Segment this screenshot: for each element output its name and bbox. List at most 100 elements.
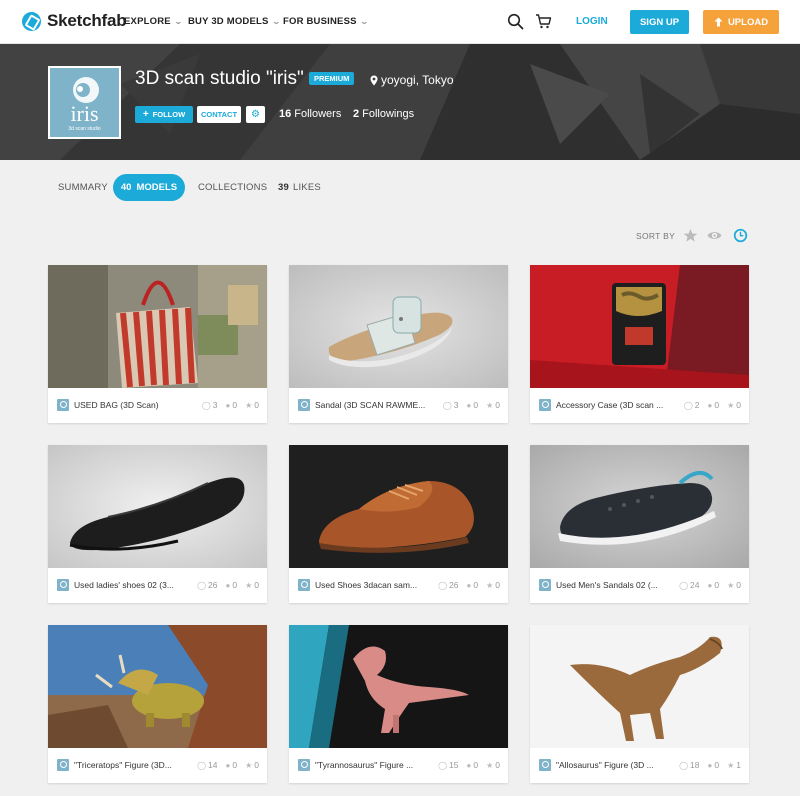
comment-icon: ● (707, 580, 713, 590)
comments-count: 0 (714, 580, 720, 590)
profile-name: 3D scan studio "iris" (135, 68, 304, 89)
cart-icon[interactable] (535, 13, 552, 30)
sort-by-label: SORT BY (636, 231, 676, 241)
comments-count: 0 (232, 400, 238, 410)
author-avatar-icon[interactable] (539, 399, 551, 411)
likes-count: 39 (278, 182, 289, 193)
eye-icon: ◯ (683, 400, 693, 410)
tab-likes[interactable]: 39 LIKES (278, 182, 321, 193)
model-card[interactable]: Sandal (3D SCAN RAWME... ◯ 3 ● 0 ★ 0 (289, 265, 508, 423)
tab-summary[interactable]: SUMMARY (58, 182, 108, 193)
author-avatar-icon[interactable] (539, 579, 551, 591)
chevron-down-icon: ⌄ (173, 17, 183, 26)
author-avatar-icon[interactable] (298, 399, 310, 411)
tab-models[interactable]: 40 MODELS (113, 174, 185, 201)
tab-collections[interactable]: COLLECTIONS (198, 182, 267, 193)
eye-icon: ◯ (442, 400, 452, 410)
model-title[interactable]: Sandal (3D SCAN RAWME... (315, 400, 429, 410)
model-title[interactable]: Used ladies' shoes 02 (3... (74, 580, 188, 590)
follow-button[interactable]: + FOLLOW (135, 106, 193, 123)
likes-count: 0 (254, 580, 259, 590)
likes-count: 0 (495, 400, 500, 410)
comments-count: 0 (473, 400, 479, 410)
followings-label: Followings (362, 108, 415, 120)
author-avatar-icon[interactable] (539, 759, 551, 771)
model-card[interactable]: Used ladies' shoes 02 (3... ◯ 26 ● 0 ★ 0 (48, 445, 267, 603)
likes-count: 0 (736, 580, 741, 590)
author-avatar-icon[interactable] (57, 759, 69, 771)
upload-label: UPLOAD (727, 16, 769, 28)
followings-stat[interactable]: 2 Followings (353, 108, 414, 120)
model-thumbnail-triceratops[interactable] (48, 625, 267, 748)
model-thumbnail-accessory-case[interactable] (530, 265, 749, 388)
author-avatar-icon[interactable] (298, 579, 310, 591)
model-card[interactable]: "Tyrannosaurus" Figure ... ◯ 15 ● 0 ★ 0 (289, 625, 508, 783)
model-title[interactable]: USED BAG (3D Scan) (74, 400, 188, 410)
model-card-footer: Used Shoes 3dacan sam... ◯ 26 ● 0 ★ 0 (289, 568, 508, 603)
nav-buy-3d-models[interactable]: BUY 3D MODELS ⌄ (188, 16, 281, 27)
nav-explore[interactable]: EXPLORE ⌄ (124, 16, 182, 27)
model-thumbnail-mens-sandals[interactable] (530, 445, 749, 568)
model-thumbnail-tyrannosaurus[interactable] (289, 625, 508, 748)
chevron-down-icon: ⌄ (359, 17, 369, 26)
author-avatar-icon[interactable] (57, 579, 69, 591)
model-card-footer: Used Men's Sandals 02 (... ◯ 24 ● 0 ★ 0 (530, 568, 749, 603)
views-count: 14 (208, 760, 218, 770)
model-title[interactable]: Accessory Case (3D scan ... (556, 400, 670, 410)
avatar-subtext: 3d scan studio (68, 126, 101, 132)
settings-button[interactable]: ⚙ (246, 106, 265, 123)
star-icon[interactable] (683, 228, 698, 243)
nav-for-business[interactable]: FOR BUSINESS ⌄ (283, 16, 368, 27)
model-stats: ◯ 18 ● 0 ★ 1 (679, 760, 741, 770)
chevron-down-icon: ⌄ (271, 17, 281, 26)
model-card[interactable]: "Triceratops" Figure (3D... ◯ 14 ● 0 ★ 0 (48, 625, 267, 783)
star-icon: ★ (727, 400, 735, 410)
profile-avatar[interactable]: iris 3d scan studio (48, 66, 121, 139)
nav-explore-label: EXPLORE (124, 16, 171, 27)
upload-button[interactable]: UPLOAD (703, 10, 779, 34)
signup-button[interactable]: SIGN UP (630, 10, 689, 34)
model-thumbnail-sandal[interactable] (289, 265, 508, 388)
views-count: 15 (449, 760, 459, 770)
search-icon[interactable] (507, 13, 524, 30)
model-thumbnail-allosaurus[interactable] (530, 625, 749, 748)
model-title[interactable]: "Allosaurus" Figure (3D ... (556, 760, 670, 770)
model-title[interactable]: "Triceratops" Figure (3D... (74, 760, 188, 770)
comments-count: 0 (232, 580, 238, 590)
comments-count: 0 (714, 400, 720, 410)
model-thumbnail-used-shoes[interactable] (289, 445, 508, 568)
star-icon: ★ (486, 400, 494, 410)
model-card[interactable]: Used Men's Sandals 02 (... ◯ 24 ● 0 ★ 0 (530, 445, 749, 603)
model-card[interactable]: USED BAG (3D Scan) ◯ 3 ● 0 ★ 0 (48, 265, 267, 423)
star-icon: ★ (245, 760, 253, 770)
model-thumbnail-ladies-shoe[interactable] (48, 445, 267, 568)
models-count: 40 (120, 182, 132, 193)
star-icon: ★ (245, 400, 253, 410)
model-card[interactable]: Accessory Case (3D scan ... ◯ 2 ● 0 ★ 0 (530, 265, 749, 423)
eye-icon: ◯ (201, 400, 211, 410)
comment-icon: ● (466, 760, 472, 770)
login-link[interactable]: LOGIN (576, 16, 608, 27)
model-card[interactable]: Used Shoes 3dacan sam... ◯ 26 ● 0 ★ 0 (289, 445, 508, 603)
model-card-footer: "Triceratops" Figure (3D... ◯ 14 ● 0 ★ 0 (48, 748, 267, 783)
sketchfab-logo[interactable]: Sketchfab (22, 11, 127, 31)
comment-icon: ● (225, 580, 231, 590)
model-title[interactable]: Used Shoes 3dacan sam... (315, 580, 429, 590)
comment-icon: ● (707, 400, 713, 410)
eye-icon[interactable] (707, 228, 722, 243)
model-title[interactable]: Used Men's Sandals 02 (... (556, 580, 670, 590)
nav-buy-label: BUY 3D MODELS (188, 16, 269, 27)
model-stats: ◯ 26 ● 0 ★ 0 (197, 580, 259, 590)
plus-icon: + (142, 109, 149, 120)
clock-icon[interactable] (733, 228, 748, 243)
model-thumbnail-bag[interactable] (48, 265, 267, 388)
star-icon: ★ (727, 580, 735, 590)
model-title[interactable]: "Tyrannosaurus" Figure ... (315, 760, 429, 770)
model-card[interactable]: "Allosaurus" Figure (3D ... ◯ 18 ● 0 ★ 1 (530, 625, 749, 783)
followers-stat[interactable]: 16 Followers (279, 108, 341, 120)
author-avatar-icon[interactable] (57, 399, 69, 411)
likes-count: 0 (254, 400, 259, 410)
model-card-footer: Sandal (3D SCAN RAWME... ◯ 3 ● 0 ★ 0 (289, 388, 508, 423)
contact-button[interactable]: CONTACT (197, 106, 241, 123)
author-avatar-icon[interactable] (298, 759, 310, 771)
